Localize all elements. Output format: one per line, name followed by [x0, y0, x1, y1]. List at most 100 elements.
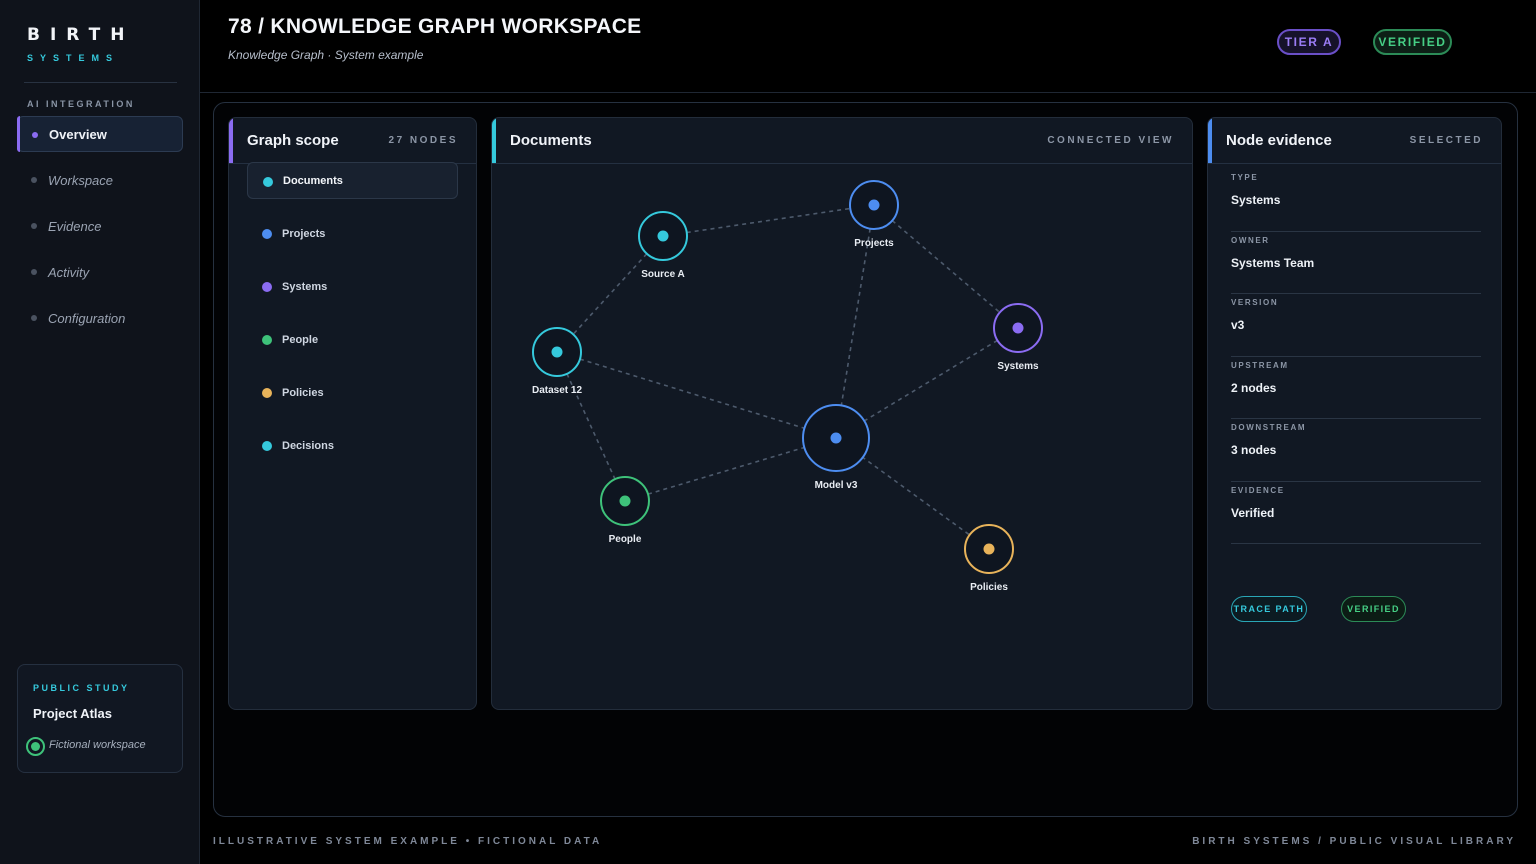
- field-value: 3 nodes: [1231, 443, 1277, 457]
- sidebar-item-activity[interactable]: Activity: [17, 254, 183, 290]
- panel-header: Documents CONNECTED VIEW: [492, 118, 1192, 164]
- footer-disclaimer: ILLUSTRATIVE SYSTEM EXAMPLE • FICTIONAL …: [213, 836, 603, 847]
- field-label: OWNER: [1231, 235, 1270, 245]
- sidebar-item-configuration[interactable]: Configuration: [17, 300, 183, 336]
- nav-dot-icon: [31, 223, 37, 229]
- panel-title: Documents: [510, 132, 592, 149]
- header-divider: [200, 92, 1536, 93]
- category-dot-icon: [262, 388, 272, 398]
- field-label: DOWNSTREAM: [1231, 423, 1307, 432]
- scope-item-label: Projects: [282, 227, 326, 240]
- scope-item-label: Policies: [282, 386, 324, 399]
- node-dot-icon: [1012, 322, 1024, 334]
- sidebar-item-label: Evidence: [48, 218, 102, 234]
- documents-panel: Documents CONNECTED VIEW Source A Project…: [491, 117, 1193, 710]
- node-label: Dataset 12: [532, 385, 582, 396]
- graph-edge: [662, 204, 875, 237]
- sidebar-item-label: Workspace: [48, 172, 114, 188]
- scope-item-documents[interactable]: Documents: [247, 162, 458, 199]
- panel-header: Node evidence SELECTED: [1208, 118, 1501, 164]
- field-value: Systems: [1231, 193, 1281, 207]
- node-label: Systems: [997, 361, 1039, 372]
- page-title: 78 / KNOWLEDGE GRAPH WORKSPACE: [228, 15, 642, 38]
- graph-scope-panel: Graph scope 27 NODES Documents Projects …: [228, 117, 477, 710]
- graph-node-source[interactable]: Source A: [638, 211, 688, 280]
- brand-subtitle: SYSTEMS: [27, 53, 120, 63]
- field-label: UPSTREAM: [1231, 360, 1289, 370]
- field-upstream: UPSTREAM 2 nodes: [1231, 357, 1481, 419]
- node-label: Policies: [970, 582, 1008, 593]
- field-version: VERSION v3: [1231, 294, 1481, 357]
- graph-node-dataset[interactable]: Dataset 12: [532, 327, 582, 396]
- sidebar-item-evidence[interactable]: Evidence: [17, 208, 183, 244]
- study-note: Fictional workspace: [49, 739, 146, 751]
- scope-item-policies[interactable]: Policies: [247, 374, 458, 411]
- category-dot-icon: [262, 441, 272, 451]
- node-label: Model v3: [815, 480, 858, 491]
- scope-item-label: Systems: [282, 280, 328, 293]
- nav-dot-icon: [31, 177, 37, 183]
- sidebar-nav: Overview Workspace Evidence Activity Con…: [17, 116, 183, 346]
- node-dot-icon: [830, 432, 842, 444]
- field-label: TYPE: [1231, 173, 1259, 182]
- sidebar-divider: [24, 82, 177, 83]
- scope-item-label: Documents: [283, 174, 343, 187]
- nav-dot-icon: [31, 269, 37, 275]
- panel-header: Graph scope 27 NODES: [229, 118, 476, 164]
- view-mode: CONNECTED VIEW: [1047, 135, 1174, 146]
- field-label: EVIDENCE: [1231, 485, 1285, 495]
- scope-item-people[interactable]: People: [247, 321, 458, 358]
- category-dot-icon: [262, 282, 272, 292]
- evidence-fields: TYPE Systems OWNER Systems Team VERSION …: [1231, 169, 1481, 544]
- field-evidence: EVIDENCE Verified: [1231, 482, 1481, 544]
- node-dot-icon: [657, 230, 669, 242]
- scope-item-projects[interactable]: Projects: [247, 215, 458, 252]
- graph-edge: [873, 204, 1019, 329]
- verified-button[interactable]: VERIFIED: [1341, 596, 1406, 622]
- brand-logo[interactable]: BIRTH SYSTEMS: [27, 25, 134, 63]
- knowledge-graph[interactable]: Source A Projects Systems Dataset 12 Model v…: [492, 164, 1192, 709]
- field-value: v3: [1231, 318, 1245, 332]
- category-dot-icon: [263, 177, 273, 187]
- graph-node-systems[interactable]: Systems: [993, 303, 1043, 372]
- selection-status: SELECTED: [1409, 135, 1483, 146]
- page-subtitle: Knowledge Graph · System example: [228, 48, 424, 62]
- footer-library: BIRTH SYSTEMS / PUBLIC VISUAL LIBRARY: [1192, 836, 1516, 847]
- sidebar-item-label: Activity: [48, 264, 90, 280]
- sidebar-item-overview[interactable]: Overview: [17, 116, 183, 152]
- sidebar-item-workspace[interactable]: Workspace: [17, 162, 183, 198]
- category-dot-icon: [262, 229, 272, 239]
- field-type: TYPE Systems: [1231, 169, 1481, 232]
- nav-dot-icon: [32, 132, 38, 138]
- graph-edge: [556, 351, 837, 439]
- brand-name: BIRTH: [27, 25, 135, 45]
- graph-node-model[interactable]: Model v3: [802, 404, 870, 491]
- graph-node-policies[interactable]: Policies: [964, 524, 1014, 593]
- field-value: Verified: [1231, 505, 1275, 520]
- node-label: People: [609, 534, 642, 545]
- node-label: Projects: [854, 238, 894, 249]
- scope-item-decisions[interactable]: Decisions: [247, 427, 458, 464]
- node-label: Source A: [641, 269, 685, 280]
- study-card[interactable]: PUBLIC STUDY Project Atlas Fictional wor…: [17, 664, 183, 773]
- sidebar-section-label: AI INTEGRATION: [27, 99, 135, 109]
- category-dot-icon: [262, 335, 272, 345]
- trace-path-button[interactable]: TRACE PATH: [1231, 596, 1307, 622]
- panel-title: Graph scope: [247, 132, 339, 149]
- scope-item-label: People: [282, 333, 319, 346]
- node-evidence-panel: Node evidence SELECTED TYPE Systems OWNE…: [1207, 117, 1502, 710]
- sidebar-item-label: Overview: [49, 126, 107, 142]
- node-count: 27 NODES: [388, 135, 458, 146]
- scope-list: Documents Projects Systems People Polici…: [247, 162, 458, 480]
- graph-node-people[interactable]: People: [600, 476, 650, 545]
- field-owner: OWNER Systems Team: [1231, 232, 1481, 294]
- tier-badge: TIER A: [1277, 29, 1341, 55]
- graph-node-projects[interactable]: Projects: [849, 180, 899, 249]
- status-ring-icon: [26, 737, 45, 756]
- field-value: 2 nodes: [1231, 380, 1277, 395]
- panel-title: Node evidence: [1226, 132, 1332, 149]
- sidebar: BIRTH SYSTEMS AI INTEGRATION Overview Wo…: [0, 0, 200, 864]
- node-dot-icon: [868, 199, 880, 211]
- node-dot-icon: [619, 495, 631, 507]
- scope-item-systems[interactable]: Systems: [247, 268, 458, 305]
